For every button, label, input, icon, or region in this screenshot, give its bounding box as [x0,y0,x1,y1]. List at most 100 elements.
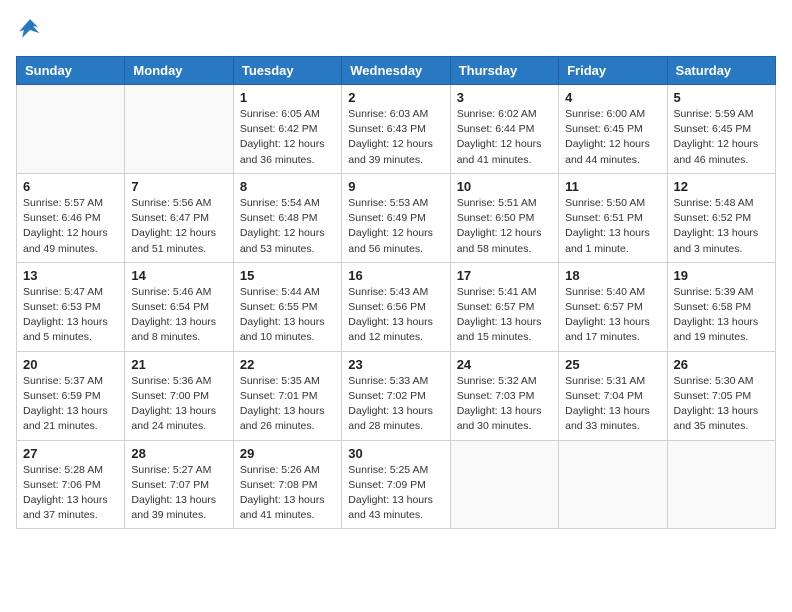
calendar-cell: 23 Sunrise: 5:33 AMSunset: 7:02 PMDayligh… [342,351,450,440]
day-number: 16 [348,268,443,283]
calendar-cell: 12Sunrise: 5:48 AMSunset: 6:52 PMDayligh… [667,173,775,262]
day-info: Sunrise: 5:56 AMSunset: 6:47 PMDaylight:… [131,196,226,257]
day-info: Sunrise: 5:43 AMSunset: 6:56 PMDaylight:… [348,285,443,346]
day-info: Sunrise: 5:39 AMSunset: 6:58 PMDaylight:… [674,285,769,346]
calendar-cell: 11Sunrise: 5:50 AMSunset: 6:51 PMDayligh… [559,173,667,262]
calendar-cell [450,440,558,529]
calendar-cell: 29Sunrise: 5:26 AMSunset: 7:08 PMDayligh… [233,440,341,529]
day-number: 4 [565,90,660,105]
day-number: 22 [240,357,335,372]
day-info: Sunrise: 6:05 AMSunset: 6:42 PMDaylight:… [240,107,335,168]
day-number: 18 [565,268,660,283]
day-info: Sunrise: 5:53 AMSunset: 6:49 PMDaylight:… [348,196,443,257]
day-info: Sunrise: 5:41 AMSunset: 6:57 PMDaylight:… [457,285,552,346]
calendar-cell: 20 Sunrise: 5:37 AMSunset: 6:59 PMDayligh… [17,351,125,440]
calendar-week-row: 1 Sunrise: 6:05 AMSunset: 6:42 PMDaylight… [17,85,776,174]
day-number: 8 [240,179,335,194]
calendar-cell [17,85,125,174]
day-info: Sunrise: 5:25 AMSunset: 7:09 PMDaylight:… [348,463,443,524]
calendar-cell: 27 Sunrise: 5:28 AMSunset: 7:06 PMDayligh… [17,440,125,529]
day-info: Sunrise: 5:31 AMSunset: 7:04 PMDaylight:… [565,374,660,435]
calendar-cell: 21 Sunrise: 5:36 AMSunset: 7:00 PMDayligh… [125,351,233,440]
day-info: Sunrise: 5:30 AMSunset: 7:05 PMDaylight:… [674,374,769,435]
day-number: 3 [457,90,552,105]
weekday-header-friday: Friday [559,57,667,85]
day-number: 29 [240,446,335,461]
calendar-cell: 19 Sunrise: 5:39 AMSunset: 6:58 PMDayligh… [667,262,775,351]
calendar-cell: 4 Sunrise: 6:00 AMSunset: 6:45 PMDaylight… [559,85,667,174]
calendar-cell: 26 Sunrise: 5:30 AMSunset: 7:05 PMDayligh… [667,351,775,440]
weekday-header-wednesday: Wednesday [342,57,450,85]
day-number: 20 [23,357,118,372]
weekday-header-saturday: Saturday [667,57,775,85]
day-number: 10 [457,179,552,194]
calendar-cell: 8 Sunrise: 5:54 AMSunset: 6:48 PMDaylight… [233,173,341,262]
day-info: Sunrise: 5:28 AMSunset: 7:06 PMDaylight:… [23,463,118,524]
calendar-cell: 24 Sunrise: 5:32 AMSunset: 7:03 PMDayligh… [450,351,558,440]
calendar-cell [125,85,233,174]
day-info: Sunrise: 5:27 AMSunset: 7:07 PMDaylight:… [131,463,226,524]
day-info: Sunrise: 5:54 AMSunset: 6:48 PMDaylight:… [240,196,335,257]
day-number: 7 [131,179,226,194]
day-info: Sunrise: 6:00 AMSunset: 6:45 PMDaylight:… [565,107,660,168]
day-number: 15 [240,268,335,283]
day-info: Sunrise: 5:32 AMSunset: 7:03 PMDaylight:… [457,374,552,435]
calendar-cell: 10 Sunrise: 5:51 AMSunset: 6:50 PMDayligh… [450,173,558,262]
weekday-header-monday: Monday [125,57,233,85]
day-number: 21 [131,357,226,372]
day-number: 5 [674,90,769,105]
day-number: 24 [457,357,552,372]
calendar-week-row: 20 Sunrise: 5:37 AMSunset: 6:59 PMDayligh… [17,351,776,440]
calendar-cell: 25Sunrise: 5:31 AMSunset: 7:04 PMDayligh… [559,351,667,440]
day-number: 17 [457,268,552,283]
weekday-header-sunday: Sunday [17,57,125,85]
day-info: Sunrise: 5:59 AMSunset: 6:45 PMDaylight:… [674,107,769,168]
day-number: 6 [23,179,118,194]
calendar-table: SundayMondayTuesdayWednesdayThursdayFrid… [16,56,776,529]
day-info: Sunrise: 5:44 AMSunset: 6:55 PMDaylight:… [240,285,335,346]
calendar-cell: 9 Sunrise: 5:53 AMSunset: 6:49 PMDaylight… [342,173,450,262]
day-info: Sunrise: 5:47 AMSunset: 6:53 PMDaylight:… [23,285,118,346]
weekday-header-row: SundayMondayTuesdayWednesdayThursdayFrid… [17,57,776,85]
calendar-cell: 28 Sunrise: 5:27 AMSunset: 7:07 PMDayligh… [125,440,233,529]
day-number: 9 [348,179,443,194]
calendar-cell [667,440,775,529]
day-number: 2 [348,90,443,105]
calendar-cell: 3 Sunrise: 6:02 AMSunset: 6:44 PMDaylight… [450,85,558,174]
day-info: Sunrise: 6:02 AMSunset: 6:44 PMDaylight:… [457,107,552,168]
calendar-week-row: 27 Sunrise: 5:28 AMSunset: 7:06 PMDayligh… [17,440,776,529]
calendar-cell: 7 Sunrise: 5:56 AMSunset: 6:47 PMDaylight… [125,173,233,262]
calendar-cell: 13 Sunrise: 5:47 AMSunset: 6:53 PMDayligh… [17,262,125,351]
day-number: 14 [131,268,226,283]
day-number: 28 [131,446,226,461]
day-info: Sunrise: 5:37 AMSunset: 6:59 PMDaylight:… [23,374,118,435]
calendar-cell: 16 Sunrise: 5:43 AMSunset: 6:56 PMDayligh… [342,262,450,351]
day-info: Sunrise: 5:36 AMSunset: 7:00 PMDaylight:… [131,374,226,435]
calendar-cell [559,440,667,529]
day-info: Sunrise: 5:50 AMSunset: 6:51 PMDaylight:… [565,196,660,257]
day-number: 13 [23,268,118,283]
day-number: 19 [674,268,769,283]
calendar-cell: 1 Sunrise: 6:05 AMSunset: 6:42 PMDaylight… [233,85,341,174]
day-info: Sunrise: 5:57 AMSunset: 6:46 PMDaylight:… [23,196,118,257]
day-info: Sunrise: 5:33 AMSunset: 7:02 PMDaylight:… [348,374,443,435]
calendar-cell: 22 Sunrise: 5:35 AMSunset: 7:01 PMDayligh… [233,351,341,440]
day-number: 23 [348,357,443,372]
day-info: Sunrise: 5:35 AMSunset: 7:01 PMDaylight:… [240,374,335,435]
day-number: 26 [674,357,769,372]
weekday-header-thursday: Thursday [450,57,558,85]
calendar-cell: 15 Sunrise: 5:44 AMSunset: 6:55 PMDayligh… [233,262,341,351]
calendar-cell: 5 Sunrise: 5:59 AMSunset: 6:45 PMDaylight… [667,85,775,174]
day-number: 1 [240,90,335,105]
day-info: Sunrise: 6:03 AMSunset: 6:43 PMDaylight:… [348,107,443,168]
day-number: 27 [23,446,118,461]
calendar-cell: 6 Sunrise: 5:57 AMSunset: 6:46 PMDaylight… [17,173,125,262]
day-info: Sunrise: 5:51 AMSunset: 6:50 PMDaylight:… [457,196,552,257]
day-info: Sunrise: 5:40 AMSunset: 6:57 PMDaylight:… [565,285,660,346]
calendar-week-row: 13 Sunrise: 5:47 AMSunset: 6:53 PMDayligh… [17,262,776,351]
calendar-cell: 2 Sunrise: 6:03 AMSunset: 6:43 PMDaylight… [342,85,450,174]
logo-bird-icon [16,16,44,44]
calendar-cell: 17 Sunrise: 5:41 AMSunset: 6:57 PMDayligh… [450,262,558,351]
day-number: 30 [348,446,443,461]
calendar-week-row: 6 Sunrise: 5:57 AMSunset: 6:46 PMDaylight… [17,173,776,262]
